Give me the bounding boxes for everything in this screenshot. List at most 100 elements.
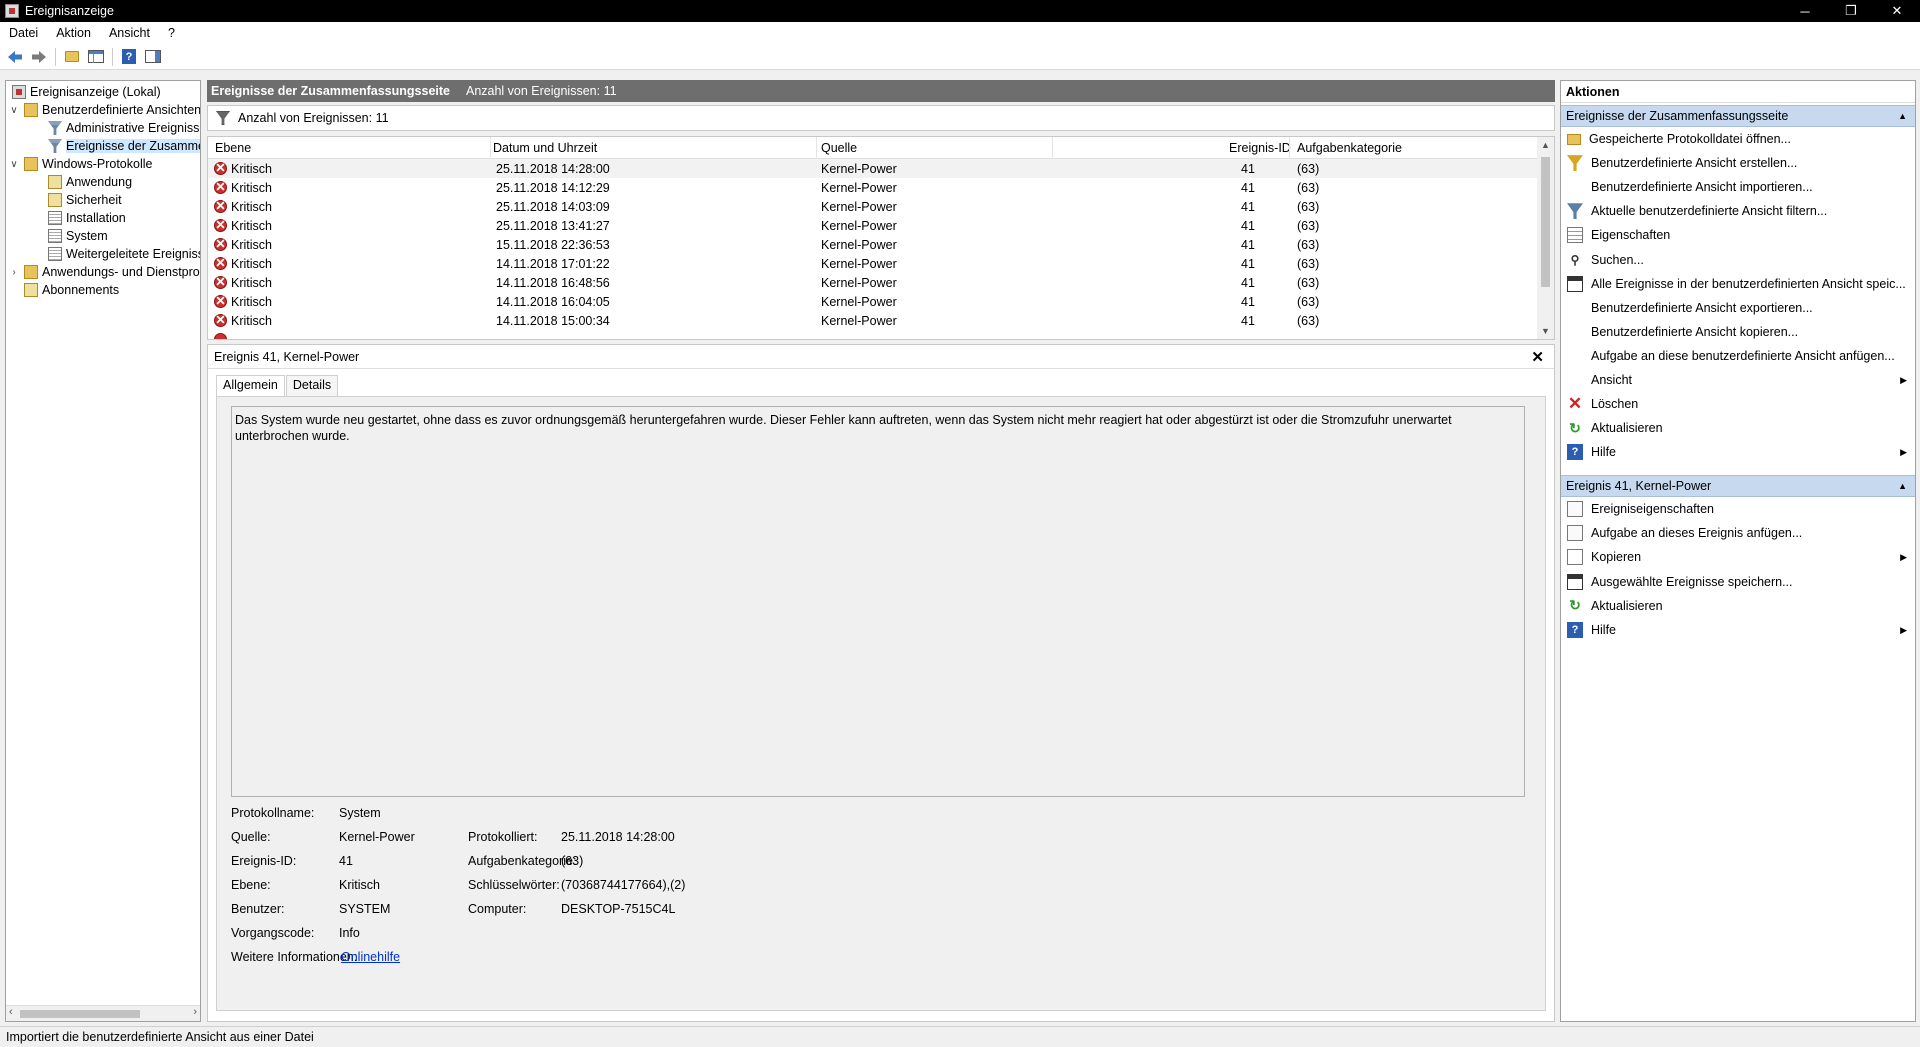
column-header-source[interactable]: Quelle [821,141,857,155]
critical-error-icon [214,333,227,339]
scroll-up-icon[interactable]: ▲ [1541,140,1550,150]
action-gespeicherte-protokolldatei-öffnen[interactable]: Gespeicherte Protokolldatei öffnen... [1561,129,1915,149]
tree-item-summary-events[interactable]: Ereignisse der Zusammenfassungsseite [44,137,200,155]
title-bar: Ereignisanzeige ─ ❐ ✕ [0,0,1920,22]
table-row[interactable]: ✕ Kritisch 14.11.2018 16:04:05 Kernel-Power… [208,292,1538,311]
action-aufgabe-an-dieses-ereignis-anfügen[interactable]: Aufgabe an dieses Ereignis anfügen... [1561,523,1915,543]
menu-aktion[interactable]: Aktion [47,26,100,40]
column-separator[interactable] [490,137,491,159]
action-aufgabe-an-diese-benutzerdefinierte-ansicht-anfügen[interactable]: Aufgabe an diese benutzerdefinierte Ansi… [1561,346,1915,366]
scroll-down-icon[interactable]: ▼ [1541,326,1550,336]
tree-item-subscriptions[interactable]: Abonnements [20,281,119,299]
menu-ansicht[interactable]: Ansicht [100,26,159,40]
tree-item-admin-events[interactable]: Administrative Ereignisse [44,119,200,137]
up-folder-button[interactable] [61,46,83,68]
show-hide-action-pane-button[interactable] [142,46,164,68]
action-kopieren[interactable]: Kopieren ▶ [1561,547,1915,567]
table-row[interactable]: ✕ Kritisch 14.11.2018 15:00:34 Kernel-Power… [208,311,1538,330]
action-aktuelle-benutzerdefinierte-ansicht-filtern[interactable]: Aktuelle benutzerdefinierte Ansicht filt… [1561,201,1915,221]
table-vertical-scrollbar[interactable]: ▲ ▼ [1537,137,1554,339]
value-user: SYSTEM [339,902,391,916]
column-separator[interactable] [816,137,817,159]
actions-section-view[interactable]: Ereignisse der Zusammenfassungsseite ▲ [1561,105,1915,127]
scroll-left-icon[interactable]: ‹ [9,1006,13,1018]
table-row[interactable]: ✕ Kritisch 15.11.2018 22:36:53 Kernel-Power… [208,235,1538,254]
action-benutzerdefinierte-ansicht-erstellen[interactable]: Benutzerdefinierte Ansicht erstellen... [1561,153,1915,173]
action-alle-ereignisse-in-der-benutzerdefinierten-ansicht-speic[interactable]: Alle Ereignisse in der benutzerdefiniert… [1561,274,1915,294]
cell-event-id: 41 [1241,181,1255,195]
table-row[interactable]: ✕ Kritisch 25.11.2018 14:12:29 Kernel-Power… [208,178,1538,197]
column-separator[interactable] [1289,137,1290,159]
menu-datei[interactable]: Datei [0,26,47,40]
event-description[interactable]: Das System wurde neu gestartet, ohne das… [231,406,1525,797]
column-header-event-id[interactable]: Ereignis-ID [1229,141,1291,155]
scroll-thumb[interactable] [1541,157,1550,287]
tree-item-custom-views[interactable]: ∨ Benutzerdefinierte Ansichten [8,101,200,119]
table-row[interactable]: ✕ Kritisch 25.11.2018 14:03:09 Kernel-Power… [208,197,1538,216]
column-header-task-category[interactable]: Aufgabenkategorie [1297,141,1402,155]
table-row-partial[interactable] [208,330,1538,339]
log-icon [48,211,62,225]
action-aktualisieren[interactable]: ↻ Aktualisieren [1561,418,1915,438]
detail-title: Ereignis 41, Kernel-Power [214,349,360,364]
action-hilfe[interactable]: ? Hilfe ▶ [1561,620,1915,640]
table-row[interactable]: ✕ Kritisch 25.11.2018 13:41:27 Kernel-Power… [208,216,1538,235]
submenu-arrow-icon: ▶ [1900,624,1907,635]
action-benutzerdefinierte-ansicht-kopieren[interactable]: Benutzerdefinierte Ansicht kopieren... [1561,322,1915,342]
show-hide-tree-button[interactable] [85,46,107,68]
tab-allgemein[interactable]: Allgemein [216,375,285,396]
tree-item-label: Installation [66,211,126,225]
collapse-icon[interactable]: ▲ [1898,111,1907,121]
actions-section-event[interactable]: Ereignis 41, Kernel-Power ▲ [1561,475,1915,497]
table-row[interactable]: ✕ Kritisch 14.11.2018 16:48:56 Kernel-Power… [208,273,1538,292]
tree-item-ereignisanzeige[interactable]: Ereignisanzeige (Lokal) [8,83,161,101]
tree-item-app-service-logs[interactable]: › Anwendungs- und Dienstprotokolle [8,263,200,281]
action-benutzerdefinierte-ansicht-exportieren[interactable]: Benutzerdefinierte Ansicht exportieren..… [1561,298,1915,318]
tree-item-label: Anwendung [66,175,133,189]
action-eigenschaften[interactable]: Eigenschaften [1561,225,1915,245]
label-keywords: Schlüsselwörter: [468,878,560,892]
tab-details[interactable]: Details [285,375,339,396]
action-hilfe[interactable]: ? Hilfe ▶ [1561,442,1915,462]
collapse-icon[interactable]: ▲ [1898,481,1907,491]
action-benutzerdefinierte-ansicht-importieren[interactable]: Benutzerdefinierte Ansicht importieren..… [1561,177,1915,197]
online-help-link[interactable]: Onlinehilfe [341,950,400,964]
tree-item-setup[interactable]: Installation [44,209,126,227]
action-label: Ansicht [1591,373,1632,387]
close-window-button[interactable]: ✕ [1874,0,1920,22]
table-row[interactable]: ✕ Kritisch 14.11.2018 17:01:22 Kernel-Power… [208,254,1538,273]
column-header-level[interactable]: Ebene [215,141,251,155]
action-ereigniseigenschaften[interactable]: Ereigniseigenschaften [1561,499,1915,519]
menu-help[interactable]: ? [159,26,184,40]
action-suchen[interactable]: ⚲ Suchen... [1561,250,1915,270]
action-ausgewählte-ereignisse-speichern[interactable]: Ausgewählte Ereignisse speichern... [1561,572,1915,592]
action-ansicht[interactable]: Ansicht ▶ [1561,370,1915,390]
table-row[interactable]: ✕ Kritisch 25.11.2018 14:28:00 Kernel-Power… [208,159,1538,178]
tree-item-system[interactable]: System [44,227,108,245]
critical-error-icon: ✕ [214,161,227,176]
restore-button[interactable]: ❐ [1828,0,1874,22]
scroll-thumb[interactable] [20,1010,140,1018]
action-label: Gespeicherte Protokolldatei öffnen... [1589,132,1791,146]
expander-icon[interactable]: › [8,266,20,278]
tree-item-security[interactable]: Sicherheit [44,191,122,209]
forward-button[interactable] [28,46,50,68]
column-header-datetime[interactable]: Datum und Uhrzeit [493,141,597,155]
tree-horizontal-scrollbar[interactable]: ‹ › [6,1005,200,1021]
action-löschen[interactable]: ✕ Löschen [1561,394,1915,414]
minimize-button[interactable]: ─ [1782,0,1828,22]
tree-item-application[interactable]: Anwendung [44,173,132,191]
expander-icon[interactable]: ∨ [8,104,20,116]
column-separator[interactable] [1052,137,1053,159]
tree-item-forwarded[interactable]: Weitergeleitete Ereignisse [44,245,200,263]
scroll-right-icon[interactable]: › [193,1006,197,1018]
action-aktualisieren[interactable]: ↻ Aktualisieren [1561,596,1915,616]
back-button[interactable] [4,46,26,68]
subscriptions-icon [24,283,38,297]
help-toolbar-button[interactable]: ? [118,46,140,68]
close-icon[interactable]: ✕ [1531,348,1544,366]
expander-icon[interactable]: ∨ [8,158,20,170]
tree-item-windows-logs[interactable]: ∨ Windows-Protokolle [8,155,152,173]
help-icon: ? [122,49,136,64]
action-label: Alle Ereignisse in der benutzerdefiniert… [1591,276,1906,291]
